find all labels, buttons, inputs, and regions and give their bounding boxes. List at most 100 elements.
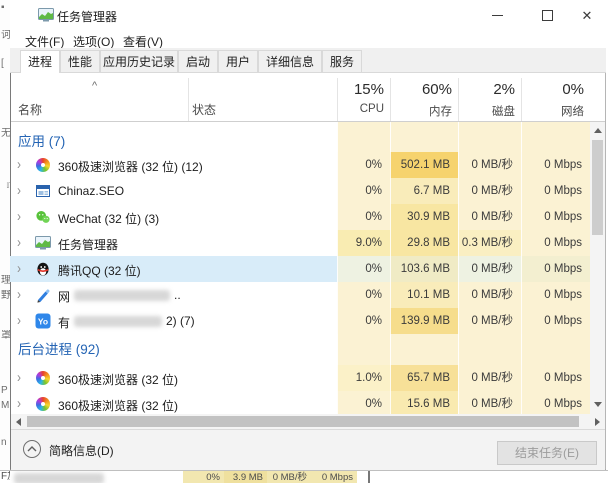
process-row[interactable]: › 360极速浏览器 (32 位) 0%15.6 MB0 MB/秒0 Mbps — [0, 391, 606, 414]
header-pct-网络[interactable]: 0% — [524, 81, 584, 98]
metric-cell[interactable]: 0 Mbps — [521, 391, 590, 414]
header-pct-CPU[interactable]: 15% — [324, 81, 384, 98]
vertical-scroll-thumb[interactable] — [592, 140, 603, 235]
metric-cell[interactable]: 1.0% — [337, 365, 390, 391]
expand-chevron-icon[interactable]: › — [17, 260, 21, 277]
metric-cell[interactable]: 103.6 MB — [390, 256, 458, 282]
metric-cell[interactable]: 29.8 MB — [390, 230, 458, 256]
metric-cell[interactable]: 0% — [337, 152, 390, 178]
scroll-up-icon[interactable] — [594, 128, 602, 133]
maximize-button[interactable] — [528, 0, 566, 30]
metric-cell[interactable]: 0% — [337, 178, 390, 204]
metric-cell[interactable]: 0 MB/秒 — [458, 256, 521, 282]
header-label-CPU[interactable]: CPU — [324, 103, 384, 115]
metric-cell[interactable]: 0% — [337, 282, 390, 308]
tab-详细信息[interactable]: 详细信息 — [258, 50, 322, 72]
metric-cell[interactable]: 0 Mbps — [521, 178, 590, 204]
metric-cell[interactable]: 0 MB/秒 — [458, 391, 521, 414]
browser-360-icon — [35, 157, 51, 173]
metric-cell[interactable]: 65.7 MB — [390, 365, 458, 391]
process-row[interactable]: › 任务管理器 9.0%29.8 MB0.3 MB/秒0 Mbps — [0, 230, 606, 256]
background-text-fragment: n — [1, 437, 10, 448]
metric-cell[interactable]: 0% — [337, 308, 390, 334]
expand-chevron-icon[interactable]: › — [17, 395, 21, 412]
header-label-磁盘[interactable]: 磁盘 — [455, 103, 515, 119]
expand-chevron-icon[interactable]: › — [17, 182, 21, 199]
minimize-button[interactable] — [478, 0, 516, 30]
tab-用户[interactable]: 用户 — [218, 50, 258, 72]
process-row[interactable]: › 360极速浏览器 (32 位) (12) 0%502.1 MB0 MB/秒0 M… — [0, 152, 606, 178]
tab-性能[interactable]: 性能 — [60, 50, 100, 72]
process-group-header[interactable]: 应用 (7) — [18, 130, 65, 150]
header-label-内存[interactable]: 内存 — [392, 103, 452, 119]
process-name: 360极速浏览器 (32 位) (12) — [58, 158, 203, 175]
svg-text:Yo: Yo — [38, 317, 48, 327]
process-row[interactable]: ›网..0%10.1 MB0 MB/秒0 Mbps — [0, 282, 606, 308]
tab-进程[interactable]: 进程 — [20, 50, 60, 73]
title-bar[interactable]: 任务管理器 ✕ — [10, 0, 606, 30]
metric-cell[interactable]: 0 MB/秒 — [458, 282, 521, 308]
process-name: 任务管理器 — [58, 236, 118, 253]
expand-chevron-icon[interactable]: › — [17, 369, 21, 386]
metric-cell[interactable]: 0 Mbps — [521, 204, 590, 230]
metric-cell[interactable]: 9.0% — [337, 230, 390, 256]
tab-启动[interactable]: 启动 — [178, 50, 218, 72]
process-row[interactable]: ›360极速浏览器 (32 位)1.0%65.7 MB0 MB/秒0 Mbps — [0, 365, 606, 391]
collapse-circle-icon[interactable] — [23, 440, 41, 458]
metric-cell[interactable]: 0 MB/秒 — [458, 178, 521, 204]
fewer-details-toggle[interactable]: 简略信息(D) — [49, 442, 114, 459]
close-button[interactable]: ✕ — [568, 0, 606, 30]
metric-cell[interactable]: 0 Mbps — [521, 282, 590, 308]
task-manager-screen: ▪诃[无『理野罩PMn F加数程序 0%3.9 MB0 MB/秒0 Mbps 任… — [0, 0, 608, 483]
end-task-button[interactable]: 结束任务(E) — [497, 441, 597, 465]
metric-cell[interactable]: 0 Mbps — [521, 308, 590, 334]
expand-chevron-icon[interactable]: › — [17, 208, 21, 225]
column-divider — [390, 78, 391, 121]
metric-cell[interactable]: 0% — [337, 256, 390, 282]
metric-cell[interactable]: 0 MB/秒 — [458, 365, 521, 391]
window-title: 任务管理器 — [57, 8, 117, 25]
expand-chevron-icon[interactable]: › — [17, 234, 21, 251]
qq-icon — [35, 261, 51, 277]
scroll-left-icon[interactable] — [16, 418, 21, 426]
metric-cell[interactable]: 30.9 MB — [390, 204, 458, 230]
metric-cell[interactable]: 0 Mbps — [521, 152, 590, 178]
expand-chevron-icon[interactable]: › — [17, 156, 21, 173]
metric-cell[interactable]: 139.9 MB — [390, 308, 458, 334]
metric-cell[interactable]: 0 Mbps — [521, 230, 590, 256]
metric-cell[interactable]: 0 Mbps — [521, 256, 590, 282]
metric-cell[interactable]: 0% — [337, 204, 390, 230]
column-status[interactable]: 状态 — [192, 101, 216, 118]
expand-chevron-icon[interactable]: › — [17, 286, 21, 303]
header-pct-内存[interactable]: 60% — [392, 81, 452, 98]
vertical-scrollbar[interactable] — [590, 122, 605, 414]
metric-cell[interactable]: 0% — [337, 391, 390, 414]
metric-cell[interactable]: 0.3 MB/秒 — [458, 230, 521, 256]
metric-cell[interactable]: 0 MB/秒 — [458, 308, 521, 334]
header-label-网络[interactable]: 网络 — [524, 103, 584, 119]
metric-cell[interactable]: 6.7 MB — [390, 178, 458, 204]
horizontal-scrollbar[interactable] — [11, 414, 605, 429]
process-name: 360极速浏览器 (32 位) — [58, 397, 178, 414]
scroll-down-icon[interactable] — [594, 402, 602, 407]
horizontal-scroll-thumb[interactable] — [27, 416, 579, 427]
header-pct-磁盘[interactable]: 2% — [455, 81, 515, 98]
process-row[interactable]: ›腾讯QQ (32 位)0%103.6 MB0 MB/秒0 Mbps — [0, 256, 606, 282]
metric-cell[interactable]: 502.1 MB — [390, 152, 458, 178]
process-row[interactable]: ›WeChat (32 位) (3)0%30.9 MB0 MB/秒0 Mbps — [0, 204, 606, 230]
tab-应用历史记录[interactable]: 应用历史记录 — [100, 50, 178, 72]
expand-chevron-icon[interactable]: › — [17, 312, 21, 329]
column-name[interactable]: 名称 — [18, 101, 42, 118]
metric-cell[interactable]: 15.6 MB — [390, 391, 458, 414]
metric-cell[interactable]: 10.1 MB — [390, 282, 458, 308]
metric-cell[interactable]: 0 Mbps — [521, 365, 590, 391]
process-name-suffix: 2) (7) — [166, 314, 195, 328]
metric-cell[interactable]: 0 MB/秒 — [458, 152, 521, 178]
process-row[interactable]: ›Chinaz.SEO0%6.7 MB0 MB/秒0 Mbps — [0, 178, 606, 204]
metric-cell[interactable]: 0 MB/秒 — [458, 204, 521, 230]
process-group-header[interactable]: 后台进程 (92) — [18, 338, 100, 358]
column-header — [11, 73, 605, 122]
tab-服务[interactable]: 服务 — [322, 50, 362, 72]
scroll-right-icon[interactable] — [595, 418, 600, 426]
process-row[interactable]: ›Yo有2) (7)0%139.9 MB0 MB/秒0 Mbps — [0, 308, 606, 334]
